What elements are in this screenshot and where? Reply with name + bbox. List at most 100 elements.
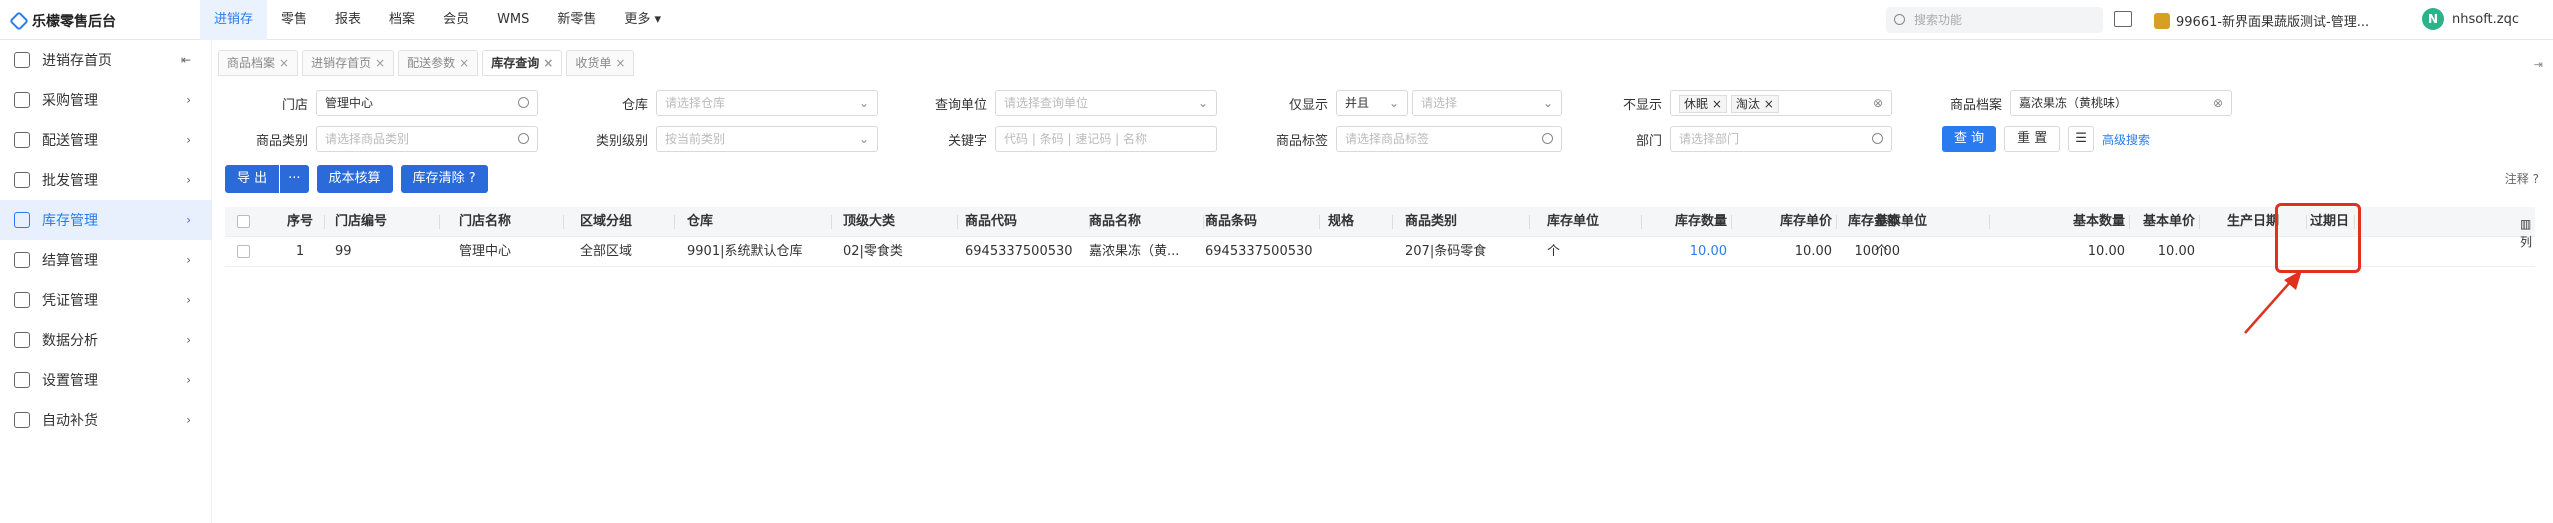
clear-icon[interactable]: ⊗: [1873, 91, 1883, 115]
close-icon[interactable]: ×: [543, 56, 553, 70]
tab-distribution-params[interactable]: 配送参数 ×: [398, 50, 479, 76]
header-goods-category[interactable]: 商品类别: [1405, 207, 1525, 237]
cell-stock-qty[interactable]: 10.00: [1657, 237, 1727, 267]
filter-settings-icon[interactable]: ☰: [2068, 126, 2094, 152]
row-checkbox[interactable]: [237, 245, 250, 258]
sidebar-item-stock[interactable]: 库存管理 ›: [0, 200, 211, 240]
hide-select[interactable]: 休眠 × 淘汰 × ⊗: [1670, 90, 1892, 116]
sidebar-item-analysis[interactable]: 数据分析 ›: [0, 320, 211, 360]
header-region[interactable]: 区域分组: [580, 207, 670, 237]
nav-retail[interactable]: 零售: [267, 0, 321, 40]
hide-tag-eliminated[interactable]: 淘汰 ×: [1730, 94, 1779, 113]
store-selector[interactable]: 99661-新界面果蔬版测试-管理...: [2154, 11, 2369, 30]
function-search-placeholder: 搜索功能: [1914, 13, 1963, 27]
close-icon[interactable]: ×: [375, 56, 385, 70]
select-all-checkbox[interactable]: [237, 215, 250, 228]
export-button[interactable]: 导 出: [225, 165, 280, 193]
column-divider[interactable]: [439, 215, 440, 229]
collapse-sidebar-icon[interactable]: ⇤: [181, 53, 191, 67]
advanced-search-link[interactable]: 高级搜索: [2102, 131, 2150, 148]
column-divider[interactable]: [2199, 215, 2200, 229]
warehouse-select[interactable]: 请选择仓库 ⌄: [656, 90, 878, 116]
column-settings[interactable]: ▥ 列: [2520, 215, 2534, 251]
sidebar-item-purchase[interactable]: 采购管理 ›: [0, 80, 211, 120]
note-link[interactable]: 注释 ?: [2505, 170, 2539, 187]
column-divider[interactable]: [1731, 215, 1732, 229]
column-divider[interactable]: [831, 215, 832, 229]
sidebar-item-inventory-home[interactable]: 进销存首页 ⇤: [0, 40, 211, 80]
store-icon: [2154, 12, 2170, 29]
function-search[interactable]: 搜索功能: [1886, 7, 2103, 33]
column-divider[interactable]: [1641, 215, 1642, 229]
header-top-category[interactable]: 顶级大类: [843, 207, 953, 237]
sidebar-item-settlement[interactable]: 结算管理 ›: [0, 240, 211, 280]
column-divider[interactable]: [674, 215, 675, 229]
header-warehouse[interactable]: 仓库: [687, 207, 827, 237]
reset-button[interactable]: 重 置: [2004, 126, 2061, 152]
sidebar-item-distribution[interactable]: 配送管理 ›: [0, 120, 211, 160]
user-menu[interactable]: N nhsoft.zqc: [2422, 8, 2519, 30]
close-icon[interactable]: ×: [459, 56, 469, 70]
category-input[interactable]: 请选择商品类别: [316, 126, 538, 152]
tab-receipt[interactable]: 收货单 ×: [566, 50, 635, 76]
header-store-name[interactable]: 门店名称: [459, 207, 559, 237]
tab-stock-query[interactable]: 库存查询 ×: [482, 50, 563, 76]
header-seq[interactable]: 序号: [280, 207, 320, 237]
nav-more[interactable]: 更多 ▾: [610, 0, 675, 40]
cost-accounting-button[interactable]: 成本核算: [316, 165, 393, 193]
column-divider[interactable]: [957, 215, 958, 229]
cell-goods-code: 6945337500530: [965, 244, 1073, 259]
printer-icon[interactable]: [2114, 11, 2132, 27]
nav-archive[interactable]: 档案: [375, 0, 429, 40]
category-level-select[interactable]: 按当前类别 ⌄: [656, 126, 878, 152]
nav-member[interactable]: 会员: [429, 0, 483, 40]
only-show-select[interactable]: 请选择 ⌄: [1412, 90, 1562, 116]
clear-icon[interactable]: ⊗: [2213, 91, 2223, 115]
close-icon[interactable]: ×: [279, 56, 289, 70]
column-divider[interactable]: [1529, 215, 1530, 229]
keyword-input[interactable]: 代码 | 条码 | 速记码 | 名称: [995, 126, 1217, 152]
column-divider[interactable]: [1392, 215, 1393, 229]
column-divider[interactable]: [563, 215, 564, 229]
sidebar-item-settings[interactable]: 设置管理 ›: [0, 360, 211, 400]
header-base-price[interactable]: 基本单价: [2125, 207, 2195, 237]
expand-icon[interactable]: ⇥: [2534, 58, 2543, 71]
header-stock-qty[interactable]: 库存数量: [1657, 207, 1727, 237]
header-store-code[interactable]: 门店编号: [335, 207, 435, 237]
nav-wms[interactable]: WMS: [483, 0, 543, 40]
column-divider[interactable]: [1319, 215, 1320, 229]
goods-tag-input[interactable]: 请选择商品标签: [1336, 126, 1562, 152]
hide-tag-dormant[interactable]: 休眠 ×: [1679, 94, 1727, 113]
header-spec[interactable]: 规格: [1328, 207, 1388, 237]
app-logo[interactable]: 乐檬零售后台: [9, 11, 116, 31]
header-goods-name[interactable]: 商品名称: [1089, 207, 1199, 237]
tab-inventory-home[interactable]: 进销存首页 ×: [302, 50, 395, 76]
query-unit-select[interactable]: 请选择查询单位 ⌄: [995, 90, 1217, 116]
only-show-operator[interactable]: 并且 ⌄: [1336, 90, 1408, 116]
header-stock-price[interactable]: 库存单价: [1750, 207, 1832, 237]
sidebar-item-auto-replenish[interactable]: 自动补货 ›: [0, 400, 211, 440]
nav-report[interactable]: 报表: [321, 0, 375, 40]
export-more-button[interactable]: ···: [280, 165, 309, 193]
column-divider[interactable]: [1203, 215, 1204, 229]
query-button[interactable]: 查 询: [1942, 126, 1997, 152]
goods-file-input[interactable]: 嘉浓果冻（黄桃味） ⊗: [2010, 90, 2232, 116]
nav-inventory[interactable]: 进销存: [200, 0, 268, 40]
department-input[interactable]: 请选择部门: [1670, 126, 1892, 152]
header-goods-code[interactable]: 商品代码: [965, 207, 1085, 237]
header-base-unit[interactable]: 基本单位: [1875, 207, 1985, 237]
sidebar-item-wholesale[interactable]: 批发管理 ›: [0, 160, 211, 200]
column-divider[interactable]: [1989, 215, 1990, 229]
header-stock-unit[interactable]: 库存单位: [1547, 207, 1637, 237]
stock-clear-button[interactable]: 库存清除 ?: [400, 165, 488, 193]
tab-goods-archive[interactable]: 商品档案 ×: [218, 50, 299, 76]
table-row[interactable]: 1 99 管理中心 全部区域 9901|系统默认仓库 02|零食类 694533750053…: [225, 237, 2535, 267]
chevron-down-icon: ⌄: [1542, 96, 1553, 110]
store-input[interactable]: 管理中心: [316, 90, 538, 116]
header-goods-barcode[interactable]: 商品条码: [1205, 207, 1315, 237]
column-divider[interactable]: [324, 215, 325, 229]
sidebar-item-voucher[interactable]: 凭证管理 ›: [0, 280, 211, 320]
close-icon[interactable]: ×: [615, 56, 625, 70]
header-base-qty[interactable]: 基本数量: [2025, 207, 2125, 237]
nav-new-retail[interactable]: 新零售: [543, 0, 610, 40]
